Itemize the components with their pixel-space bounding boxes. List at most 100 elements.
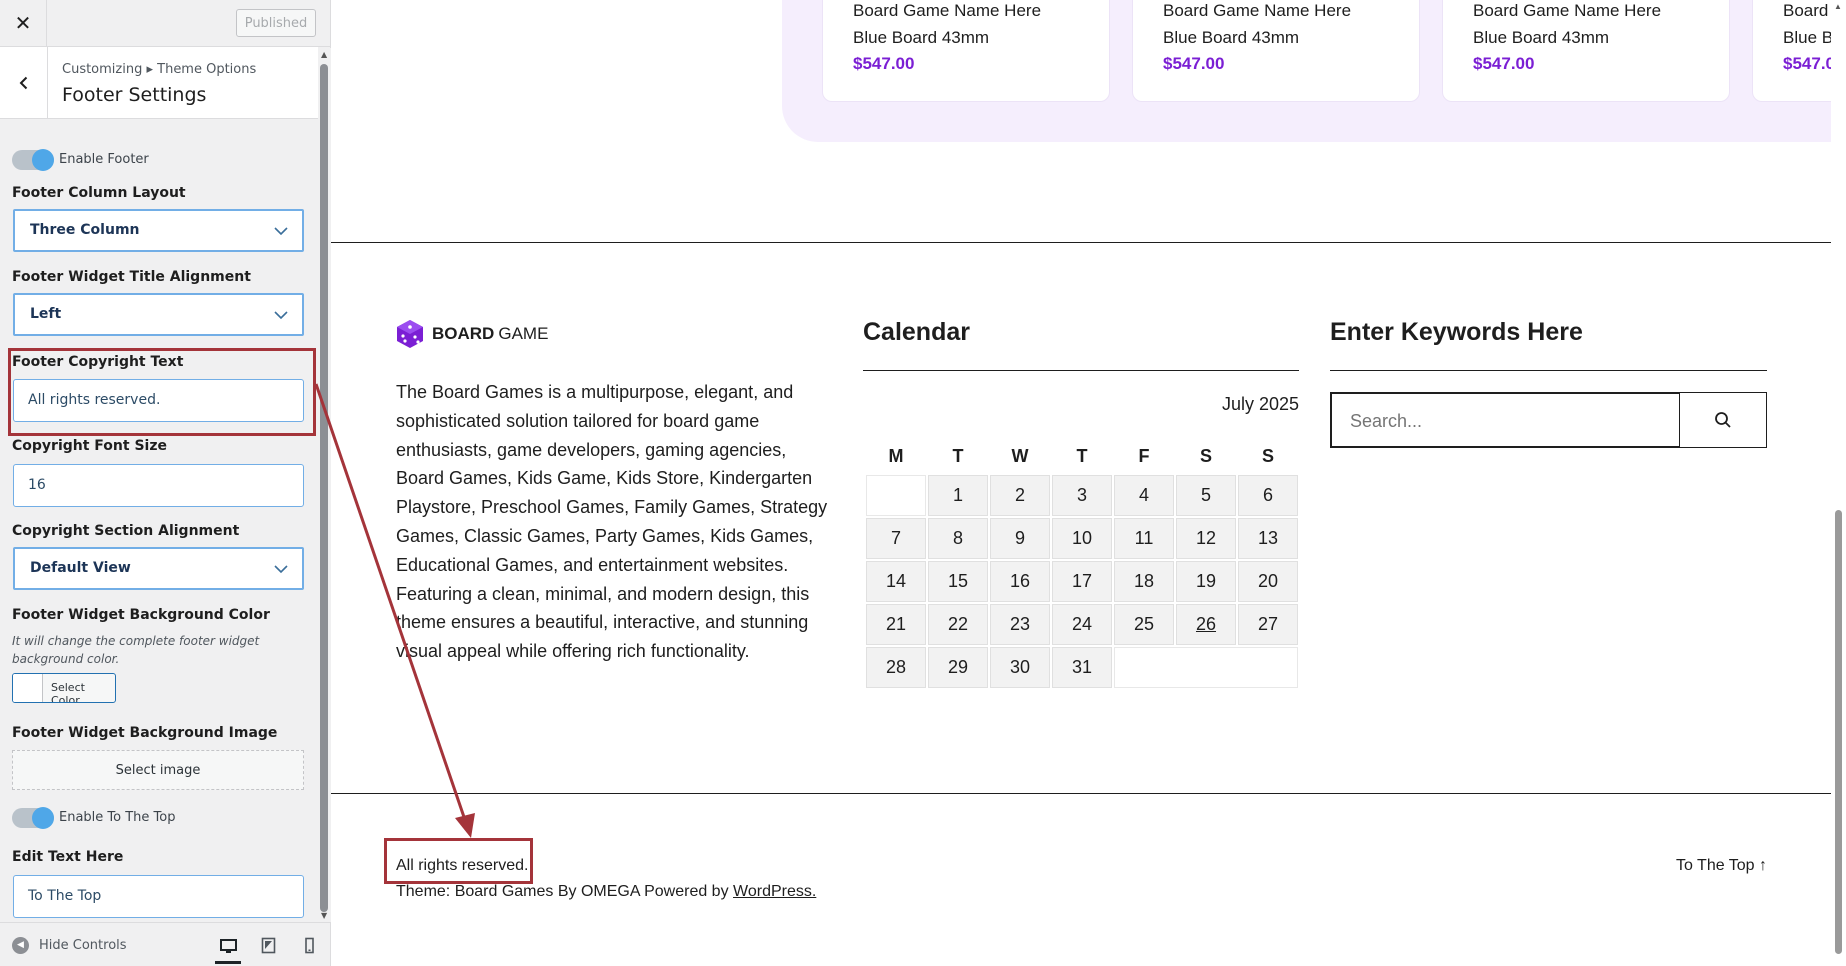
calendar-day: 19 xyxy=(1176,561,1236,602)
select-value: Left xyxy=(30,306,62,322)
hide-controls-button[interactable]: ◀ Hide Controls xyxy=(12,935,127,955)
mobile-preview-button[interactable] xyxy=(296,932,322,958)
scrollbar-thumb[interactable] xyxy=(1835,510,1842,954)
customizer-sidebar: ✕ Published Customizing ▸ Theme Options … xyxy=(0,0,331,966)
scrollbar-thumb[interactable] xyxy=(320,64,328,912)
scroll-down-arrow[interactable]: ▼ xyxy=(321,911,327,920)
customizer-footer: ◀ Hide Controls xyxy=(0,922,330,966)
select-color-label: Select Color xyxy=(51,681,85,703)
select-image-button[interactable]: Select image xyxy=(12,750,304,790)
product-card[interactable]: Board Game Name Here Blue Board 43mm $547.… xyxy=(1132,0,1420,102)
product-card[interactable]: Board Game Name Here Blue Board 43mm $547.… xyxy=(1442,0,1730,102)
search-form: Search... xyxy=(1330,392,1767,448)
calendar-week-row: 21 22 23 24 25 26 27 xyxy=(866,604,1298,645)
product-price: $547.00 xyxy=(853,54,915,73)
sidebar-scrollbar[interactable]: ▲ ▼ xyxy=(318,48,331,922)
calendar-day: 16 xyxy=(990,561,1050,602)
dice-logo-icon xyxy=(397,320,423,348)
calendar-day[interactable]: 26 xyxy=(1176,604,1236,645)
product-name: Board Game Name Here xyxy=(1163,1,1352,20)
calendar-day: 22 xyxy=(928,604,988,645)
back-button[interactable] xyxy=(0,47,48,119)
calendar-title-rule xyxy=(863,370,1299,371)
chevron-left-icon xyxy=(19,76,27,90)
footer-top-divider xyxy=(331,242,1831,243)
footer-widget-bg-color-description: It will change the complete footer widge… xyxy=(12,634,260,666)
tablet-icon xyxy=(261,937,275,953)
calendar-day: 11 xyxy=(1114,518,1174,559)
calendar-day: 8 xyxy=(928,518,988,559)
preview-scrollbar[interactable]: ▲ xyxy=(1831,0,1846,966)
calendar-week-row: 123456 xyxy=(866,475,1298,516)
calendar-day: 6 xyxy=(1238,475,1298,516)
copyright-font-size-input[interactable]: 16 xyxy=(13,464,304,507)
calendar-pad-cell xyxy=(1114,647,1298,688)
calendar-day: 15 xyxy=(928,561,988,602)
desktop-preview-button[interactable] xyxy=(215,932,241,964)
theme-credit: Theme: Board Games By OMEGA Powered by W… xyxy=(396,883,816,901)
search-icon xyxy=(1715,412,1731,428)
footer-column-layout-label: Footer Column Layout xyxy=(12,185,186,201)
calendar-day: 21 xyxy=(866,604,926,645)
calendar-day: 4 xyxy=(1114,475,1174,516)
calendar-day: 17 xyxy=(1052,561,1112,602)
footer-widget-title-alignment-select[interactable]: Left xyxy=(13,293,304,336)
product-subtitle: Blue Board 43mm xyxy=(1163,28,1300,47)
calendar-weekday: T xyxy=(952,445,964,466)
to-the-top-link[interactable]: To The Top ↑ xyxy=(1676,857,1767,875)
select-value: Default View xyxy=(30,560,131,576)
edit-text-input[interactable]: To The Top xyxy=(13,875,304,918)
site-logo[interactable]: BOARD GAME xyxy=(396,319,548,349)
calendar-day: 12 xyxy=(1176,518,1236,559)
calendar-caption: July 2025 xyxy=(1222,394,1300,414)
search-input[interactable]: Search... xyxy=(1330,392,1680,448)
footer-widget-title-alignment-label: Footer Widget Title Alignment xyxy=(12,269,251,285)
published-button[interactable]: Published xyxy=(236,9,316,37)
search-submit-button[interactable] xyxy=(1679,392,1767,448)
calendar-weekday: F xyxy=(1138,445,1150,466)
site-preview: Board Game Name Here Blue Board 43mm $547.… xyxy=(331,0,1846,966)
select-value: Three Column xyxy=(30,222,140,238)
footer-widget-bg-color-label: Footer Widget Background Color xyxy=(12,607,270,623)
copyright-section-alignment-select[interactable]: Default View xyxy=(13,547,304,590)
footer-column-layout-select[interactable]: Three Column xyxy=(13,209,304,252)
scroll-up-arrow[interactable]: ▲ xyxy=(1834,2,1842,11)
highlight-copyright-setting xyxy=(8,348,316,436)
product-price: $547.00 xyxy=(1473,54,1535,73)
footer-bottom-divider xyxy=(331,793,1831,794)
chevron-down-icon xyxy=(274,311,288,320)
close-customizer-button[interactable]: ✕ xyxy=(0,0,47,46)
section-header: Customizing ▸ Theme Options Footer Setti… xyxy=(0,47,318,119)
calendar-weekday: W xyxy=(1011,445,1029,466)
calendar-week-row: 7 8 9 10 11 12 13 xyxy=(866,518,1298,559)
enable-to-top-toggle[interactable] xyxy=(12,807,54,829)
product-subtitle: Blue Board 43mm xyxy=(853,28,990,47)
calendar-day: 18 xyxy=(1114,561,1174,602)
product-price: $547.00 xyxy=(1163,54,1225,73)
product-name: Board Game Name Here xyxy=(1473,1,1662,20)
mobile-icon xyxy=(304,937,314,953)
search-widget-title: Enter Keywords Here xyxy=(1330,318,1583,346)
calendar-day: 31 xyxy=(1052,647,1112,688)
select-color-button[interactable]: Select Color xyxy=(12,673,116,703)
calendar-day: 27 xyxy=(1238,604,1298,645)
calendar-day: 25 xyxy=(1114,604,1174,645)
toggle-knob xyxy=(32,807,54,829)
tablet-preview-button[interactable] xyxy=(255,932,281,958)
customizer-header: ✕ Published xyxy=(0,0,330,47)
calendar-day: 2 xyxy=(990,475,1050,516)
wordpress-link[interactable]: WordPress. xyxy=(733,883,816,900)
hide-controls-label: Hide Controls xyxy=(39,937,127,953)
footer-widget-bg-image-label: Footer Widget Background Image xyxy=(12,725,278,741)
search-title-rule xyxy=(1330,370,1767,371)
calendar-day: 9 xyxy=(990,518,1050,559)
scroll-up-arrow[interactable]: ▲ xyxy=(321,50,327,59)
calendar-day: 14 xyxy=(866,561,926,602)
calendar-day: 5 xyxy=(1176,475,1236,516)
calendar-weekday-row: MTWTFSS xyxy=(866,439,1298,473)
product-card[interactable]: Board Game Name Here Blue Board 43mm $547.… xyxy=(822,0,1110,102)
copyright-section-alignment-label: Copyright Section Alignment xyxy=(12,523,240,539)
theme-credit-text: Theme: Board Games By OMEGA Powered by xyxy=(396,883,734,900)
enable-footer-toggle[interactable] xyxy=(12,149,54,171)
desktop-icon xyxy=(219,939,237,953)
